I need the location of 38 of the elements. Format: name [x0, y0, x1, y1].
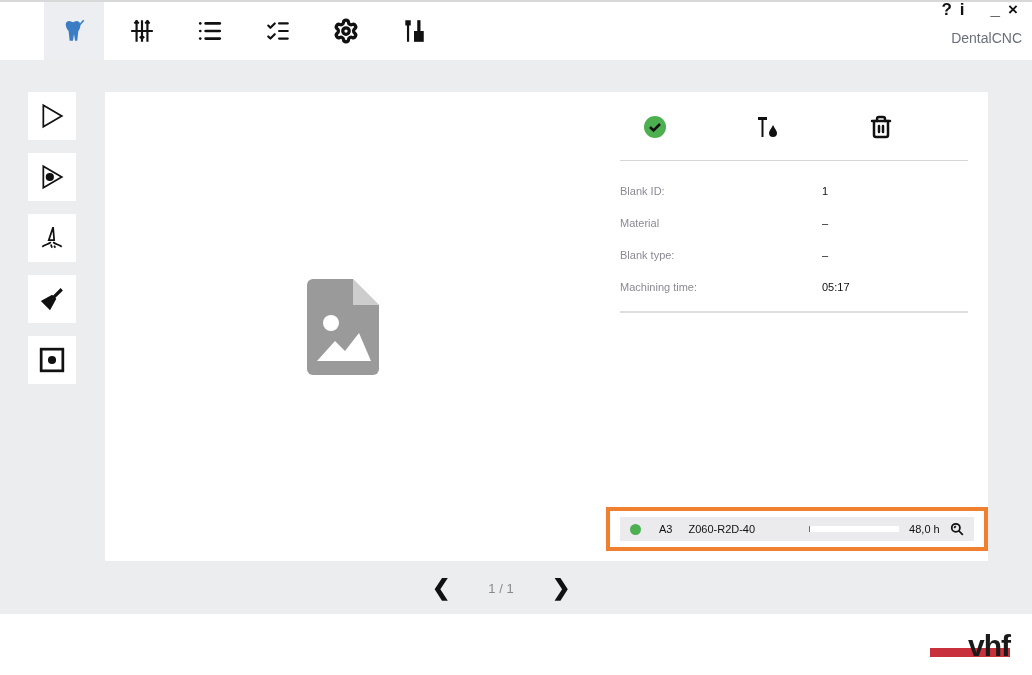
detail-value: 05:17: [822, 281, 850, 293]
next-page-button[interactable]: ❯: [551, 575, 570, 601]
sliders-icon: [129, 18, 155, 44]
play-laser-icon: [39, 164, 65, 190]
minimize-button[interactable]: _: [986, 2, 1005, 18]
play-icon: [39, 103, 65, 129]
detail-label: Material: [620, 217, 661, 229]
side-action-button[interactable]: [28, 153, 76, 201]
close-button[interactable]: ×: [1004, 2, 1022, 18]
side-action-button[interactable]: [28, 336, 76, 384]
tool-drop-icon: [756, 115, 780, 139]
detail-value: –: [822, 249, 829, 261]
spray-icon: [39, 225, 65, 251]
tool-search-icon: [950, 522, 964, 536]
page-indicator: 1 / 1: [488, 580, 514, 596]
detail-value: 1: [822, 185, 829, 197]
trash-icon: [869, 115, 893, 139]
side-action-button[interactable]: [28, 214, 76, 262]
side-action-button[interactable]: [28, 92, 76, 140]
check-circle-icon: [643, 115, 667, 139]
info-button[interactable]: i: [955, 2, 969, 18]
brush-icon: [39, 286, 65, 312]
image-placeholder-icon: [306, 278, 379, 375]
blank-slot: A3: [659, 523, 673, 535]
detail-label: Blank type:: [620, 249, 676, 261]
help-button[interactable]: ?: [937, 2, 956, 18]
detail-value: –: [822, 217, 829, 229]
delete-button[interactable]: [868, 114, 894, 140]
detail-label: Machining time:: [620, 281, 699, 293]
previous-page-button[interactable]: ❮: [432, 575, 451, 601]
detail-label: Blank ID:: [620, 185, 666, 197]
confirm-button[interactable]: [642, 114, 668, 140]
app-title: DentalCNC: [951, 30, 1022, 46]
blank-row[interactable]: A3 Z060-R2D-40 48,0 h: [620, 517, 974, 541]
blank-hours: 48,0 h: [909, 523, 940, 535]
side-action-button[interactable]: [28, 275, 76, 323]
settings-icon: [333, 18, 359, 44]
blank-name: Z060-R2D-40: [688, 523, 756, 535]
